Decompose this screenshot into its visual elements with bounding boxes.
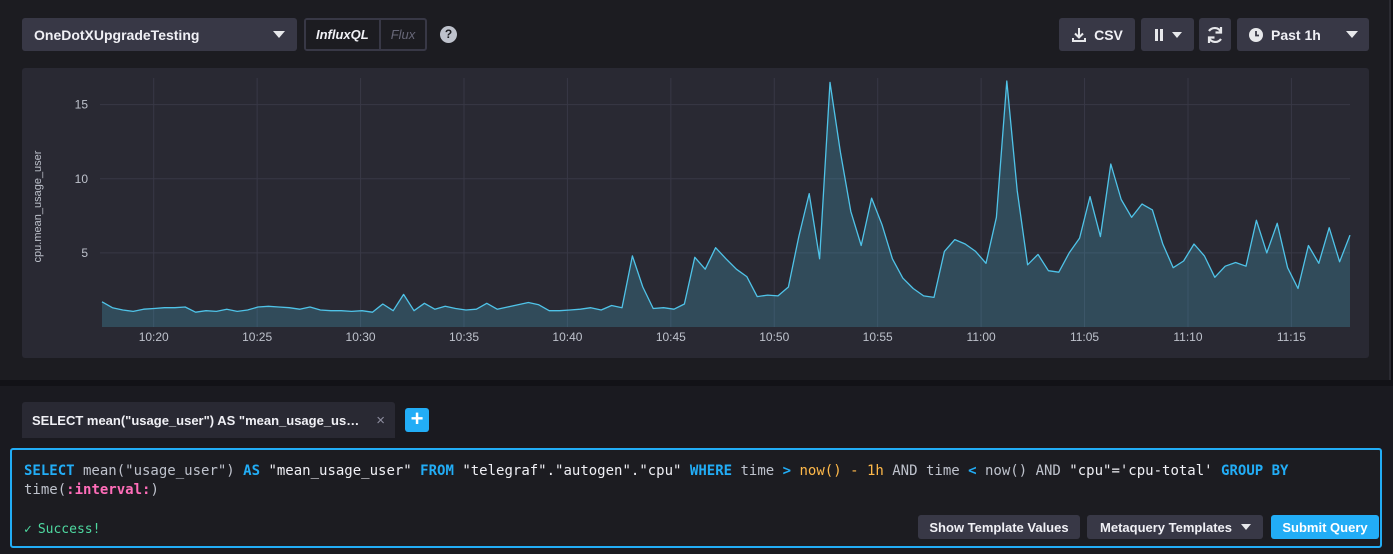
x-tick-label: 11:10 bbox=[1173, 330, 1202, 344]
x-tick-label: 10:20 bbox=[139, 330, 169, 344]
query-tab-label: SELECT mean("usage_user") AS "mean_usage… bbox=[32, 412, 360, 428]
query-now-fn: now() bbox=[791, 463, 851, 479]
csv-download-button[interactable]: CSV bbox=[1059, 18, 1135, 51]
keyword-where: WHERE bbox=[689, 463, 733, 479]
operator-lt: < bbox=[968, 463, 977, 479]
query-duration: 1h bbox=[858, 463, 893, 479]
metaquery-label: Metaquery Templates bbox=[1100, 519, 1232, 535]
y-axis-label: cpu.mean_usage_user bbox=[32, 150, 44, 262]
x-tick-label: 10:50 bbox=[759, 330, 789, 344]
query-cpu-condition: "cpu"='cpu-total' bbox=[1060, 463, 1222, 479]
pause-icon bbox=[1154, 28, 1163, 41]
query-language-toggle: InfluxQL Flux bbox=[304, 18, 428, 51]
query-source: "telegraf"."autogen"."cpu" bbox=[453, 463, 690, 479]
csv-label: CSV bbox=[1094, 26, 1123, 43]
operator-minus: - bbox=[850, 463, 859, 479]
query-alias: "mean_usage_user" bbox=[260, 463, 421, 479]
query-time-fn: time( bbox=[24, 482, 67, 498]
query-interval-var: :interval: bbox=[66, 482, 151, 498]
y-tick-label: 10 bbox=[75, 172, 89, 186]
operator-gt: > bbox=[782, 463, 792, 479]
x-tick-label: 10:25 bbox=[242, 330, 272, 344]
x-tick-label: 11:15 bbox=[1277, 330, 1306, 344]
query-now-fn: now() bbox=[976, 463, 1036, 479]
keyword-from: FROM bbox=[420, 463, 454, 479]
y-tick-label: 5 bbox=[81, 246, 88, 260]
check-icon: ✓ bbox=[24, 522, 32, 537]
metaquery-templates-dropdown[interactable]: Metaquery Templates bbox=[1087, 515, 1263, 539]
download-icon bbox=[1072, 27, 1087, 42]
graph-panel: 10:20 10:25 10:30 10:35 10:40 10:45 10:50 10:55… bbox=[22, 68, 1369, 358]
keyword-as: AS bbox=[243, 463, 261, 479]
database-select[interactable]: OneDotXUpgradeTesting bbox=[22, 18, 297, 51]
query-time-field: time bbox=[732, 463, 783, 479]
x-tick-label: 10:35 bbox=[449, 330, 479, 344]
x-tick-label: 10:55 bbox=[863, 330, 893, 344]
query-text[interactable]: SELECT mean("usage_user") AS "mean_usage… bbox=[24, 462, 1368, 500]
autorefresh-dropdown[interactable] bbox=[1141, 18, 1194, 51]
query-time-field: time bbox=[917, 463, 969, 479]
query-status: ✓ Success! bbox=[24, 522, 100, 537]
refresh-icon bbox=[1207, 26, 1223, 43]
database-select-label: OneDotXUpgradeTesting bbox=[34, 26, 200, 43]
refresh-button[interactable] bbox=[1199, 18, 1231, 51]
help-icon[interactable]: ? bbox=[440, 26, 457, 43]
clock-icon bbox=[1249, 27, 1263, 42]
x-tick-label: 10:45 bbox=[656, 330, 686, 344]
series-area bbox=[102, 81, 1350, 327]
x-tick-label: 11:05 bbox=[1070, 330, 1099, 344]
x-tick-label: 11:00 bbox=[967, 330, 996, 344]
status-text: Success! bbox=[37, 522, 101, 537]
query-tab[interactable]: SELECT mean("usage_user") AS "mean_usage… bbox=[22, 402, 395, 438]
chevron-down-icon bbox=[1241, 524, 1251, 530]
keyword-select: SELECT bbox=[24, 463, 75, 479]
add-query-button[interactable]: + bbox=[405, 408, 429, 432]
show-template-values-button[interactable]: Show Template Values bbox=[918, 515, 1080, 539]
time-range-dropdown[interactable]: Past 1h bbox=[1237, 18, 1369, 51]
chevron-down-icon bbox=[273, 31, 285, 38]
flux-option[interactable]: Flux bbox=[381, 20, 426, 49]
keyword-and: AND bbox=[892, 463, 918, 479]
time-range-label: Past 1h bbox=[1271, 26, 1321, 43]
query-fn: mean("usage_user") bbox=[74, 463, 244, 479]
chevron-down-icon bbox=[1346, 31, 1358, 38]
toolbar: OneDotXUpgradeTesting InfluxQL Flux ? CS… bbox=[22, 18, 1369, 52]
x-tick-label: 10:40 bbox=[552, 330, 582, 344]
line-graph[interactable]: 10:20 10:25 10:30 10:35 10:40 10:45 10:50 10:55… bbox=[22, 68, 1369, 358]
query-editor-area: SELECT mean("usage_user") AS "mean_usage… bbox=[0, 386, 1393, 554]
keyword-and: AND bbox=[1035, 463, 1061, 479]
keyword-group-by: GROUP BY bbox=[1221, 463, 1289, 479]
y-tick-label: 15 bbox=[75, 98, 89, 112]
chevron-down-icon bbox=[1171, 31, 1182, 38]
influxql-option[interactable]: InfluxQL bbox=[306, 20, 381, 49]
query-close-paren: ) bbox=[150, 482, 159, 498]
query-editor[interactable]: SELECT mean("usage_user") AS "mean_usage… bbox=[10, 448, 1382, 548]
x-tick-label: 10:30 bbox=[346, 330, 376, 344]
close-icon[interactable]: × bbox=[376, 412, 385, 429]
submit-query-button[interactable]: Submit Query bbox=[1271, 515, 1379, 539]
graph-area: OneDotXUpgradeTesting InfluxQL Flux ? CS… bbox=[0, 0, 1391, 380]
